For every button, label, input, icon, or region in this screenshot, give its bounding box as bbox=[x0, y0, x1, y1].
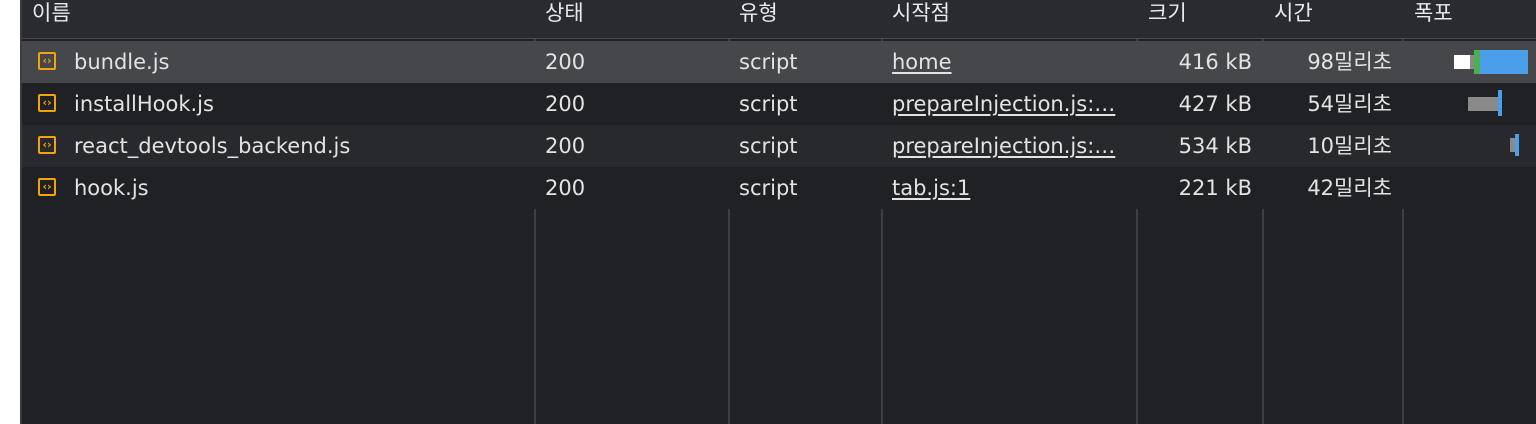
table-row[interactable]: ‹› react_devtools_backend.js 200 script … bbox=[22, 125, 1536, 167]
column-header-type[interactable]: 유형 bbox=[729, 0, 881, 38]
initiator-cell: prepareInjection.js:… bbox=[882, 83, 1136, 125]
table-row[interactable]: ‹› installHook.js 200 script prepareInje… bbox=[22, 83, 1536, 125]
request-name: react_devtools_backend.js bbox=[74, 134, 351, 158]
waterfall-waiting-segment bbox=[1468, 97, 1498, 111]
type-cell: script bbox=[739, 176, 798, 200]
script-file-icon: ‹› bbox=[38, 136, 56, 154]
request-name-cell[interactable]: ‹› installHook.js bbox=[22, 83, 534, 125]
type-cell: script bbox=[739, 92, 798, 116]
request-name: bundle.js bbox=[74, 50, 170, 74]
status-cell: 200 bbox=[545, 176, 586, 200]
script-file-icon: ‹› bbox=[38, 94, 56, 112]
initiator-link[interactable]: tab.js:1 bbox=[892, 176, 970, 200]
request-name: installHook.js bbox=[74, 92, 214, 116]
column-header-size[interactable]: 크기 bbox=[1138, 0, 1262, 38]
time-cell: 10밀리초 bbox=[1307, 134, 1392, 158]
time-cell: 98밀리초 bbox=[1307, 50, 1392, 74]
script-file-icon: ‹› bbox=[38, 52, 56, 70]
request-name-cell[interactable]: ‹› hook.js bbox=[22, 167, 534, 209]
table-row[interactable]: ‹› bundle.js 200 script home 416 kB 98밀리… bbox=[22, 41, 1536, 83]
time-cell: 54밀리초 bbox=[1307, 92, 1392, 116]
type-cell: script bbox=[739, 50, 798, 74]
column-header-initiator[interactable]: 시작점 bbox=[882, 0, 1136, 38]
waterfall-bar[interactable] bbox=[1404, 41, 1536, 83]
size-cell: 416 kB bbox=[1178, 50, 1252, 74]
size-cell: 534 kB bbox=[1178, 134, 1252, 158]
status-cell: 200 bbox=[545, 134, 586, 158]
waterfall-bar[interactable] bbox=[1404, 167, 1536, 209]
request-name-cell[interactable]: ‹› bundle.js bbox=[22, 41, 534, 83]
initiator-link[interactable]: prepareInjection.js:… bbox=[892, 92, 1115, 116]
size-cell: 427 kB bbox=[1178, 92, 1252, 116]
column-header-time[interactable]: 시간 bbox=[1264, 0, 1402, 38]
status-cell: 200 bbox=[545, 92, 586, 116]
waterfall-download-segment bbox=[1515, 134, 1519, 156]
column-header-waterfall[interactable]: 폭포 bbox=[1404, 0, 1536, 38]
waterfall-download-segment bbox=[1480, 50, 1528, 74]
time-cell: 42밀리초 bbox=[1307, 176, 1392, 200]
table-header: 이름 상태 유형 시작점 크기 시간 폭포 bbox=[22, 0, 1536, 39]
initiator-cell: prepareInjection.js:… bbox=[882, 125, 1136, 167]
type-cell: script bbox=[739, 134, 798, 158]
request-name: hook.js bbox=[74, 176, 149, 200]
script-file-icon: ‹› bbox=[38, 178, 56, 196]
waterfall-queue-segment bbox=[1454, 55, 1470, 69]
table-row[interactable]: ‹› hook.js 200 script tab.js:1 221 kB 42… bbox=[22, 167, 1536, 209]
initiator-cell: home bbox=[882, 41, 1136, 83]
status-cell: 200 bbox=[545, 50, 586, 74]
initiator-link[interactable]: home bbox=[892, 50, 952, 74]
network-request-table: 이름 상태 유형 시작점 크기 시간 폭포 ‹› bundle.js 200 s… bbox=[22, 0, 1536, 424]
initiator-link[interactable]: prepareInjection.js:… bbox=[892, 134, 1115, 158]
initiator-cell: tab.js:1 bbox=[882, 167, 1136, 209]
waterfall-download-segment bbox=[1498, 90, 1502, 116]
column-header-name[interactable]: 이름 bbox=[22, 0, 534, 38]
request-name-cell[interactable]: ‹› react_devtools_backend.js bbox=[22, 125, 534, 167]
size-cell: 221 kB bbox=[1178, 176, 1252, 200]
waterfall-bar[interactable] bbox=[1404, 83, 1536, 125]
waterfall-bar[interactable] bbox=[1404, 125, 1536, 167]
column-header-status[interactable]: 상태 bbox=[535, 0, 727, 38]
